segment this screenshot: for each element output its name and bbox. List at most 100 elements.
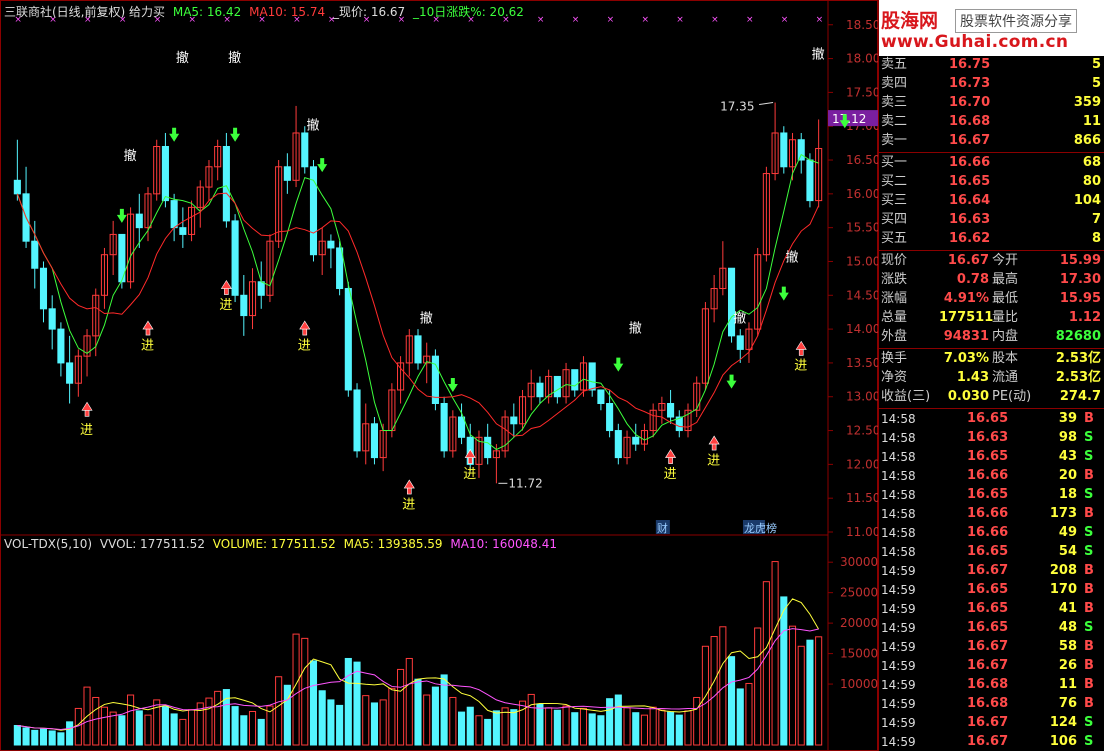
volume-bar xyxy=(22,727,30,746)
logo-url: www.Guhai.com.cn xyxy=(881,32,1069,52)
stat-label: 最低 xyxy=(992,291,1019,306)
panel-separator xyxy=(879,250,1104,251)
volume-bar xyxy=(762,581,770,746)
signal-marker: × xyxy=(537,15,545,25)
buy-quote-row: 买三 16.64 104 xyxy=(879,192,1104,210)
kline-chart-area[interactable]: 18.50 18.00 17.50 17.00 16.50 16.00 15.50 15.00… xyxy=(0,0,878,751)
quote-label: 卖四 xyxy=(881,76,908,91)
candle-body xyxy=(780,132,788,168)
tick-side: S xyxy=(1084,430,1094,445)
volume-tick-label: 20000 xyxy=(840,616,878,630)
candle-body xyxy=(240,294,248,317)
volume-bar xyxy=(623,707,631,746)
stat-row: 总量 177511 量比 1.12 xyxy=(879,309,1104,327)
tick-time: 14:59 xyxy=(881,564,916,578)
stat-label: 最高 xyxy=(992,272,1019,287)
quote-label: 卖一 xyxy=(881,133,908,148)
candle-body xyxy=(31,240,39,269)
tick-side: B xyxy=(1084,582,1094,597)
tick-row: 14:59 16.67 26 B xyxy=(879,657,1104,675)
tick-time: 14:59 xyxy=(881,697,916,711)
sell-arrow-icon xyxy=(447,377,458,392)
tick-volume: 49 xyxy=(1058,525,1077,540)
tick-side: S xyxy=(1084,715,1094,730)
volume-bar xyxy=(806,639,814,746)
stat-label: 今开 xyxy=(992,253,1019,268)
tick-price: 16.65 xyxy=(967,620,1009,635)
volume-bar xyxy=(527,693,535,746)
volume-tick-label: 15000 xyxy=(840,647,878,661)
volume-bar xyxy=(553,709,561,746)
sell-signal-mark: 撤 xyxy=(629,320,642,336)
volume-bar xyxy=(423,694,431,746)
stat-value: 16.67 xyxy=(947,253,989,268)
volume-bar xyxy=(588,713,596,746)
candle-body xyxy=(57,328,65,364)
tick-side: B xyxy=(1084,563,1094,578)
tick-volume: 208 xyxy=(1049,563,1077,578)
signal-marker: × xyxy=(676,15,684,25)
volume-bar xyxy=(736,688,744,746)
volume-bar xyxy=(336,704,344,746)
sell-arrow-icon xyxy=(116,208,127,223)
volume-bar xyxy=(545,707,553,746)
volume-bar xyxy=(501,707,509,746)
volume-bar xyxy=(518,700,527,746)
chart-header: 三联商社(日线,前复权) 给力买 MA5: 16.42 MA10: 15.74 … xyxy=(4,3,524,20)
candle-body xyxy=(414,335,422,364)
price-tick-label: 18.50 xyxy=(846,18,878,32)
price-tick-label: 11.50 xyxy=(846,491,878,505)
signal-marker: × xyxy=(641,15,649,25)
volume-bar xyxy=(710,636,718,746)
candle-body xyxy=(336,247,344,290)
chart-canvas[interactable]: 18.5018.0017.5017.0016.5016.0015.5015.00… xyxy=(0,0,878,751)
volume-bar xyxy=(693,696,701,746)
candle-body xyxy=(48,308,56,330)
tick-volume: 124 xyxy=(1049,715,1077,730)
quote-volume: 8 xyxy=(1091,231,1101,246)
candle-body xyxy=(353,389,361,452)
volume-bar xyxy=(57,732,65,746)
signal-marker: × xyxy=(711,15,719,25)
fundamental-row: 净资 1.43 流通 2.53亿 xyxy=(879,369,1104,387)
candle-body xyxy=(257,281,265,296)
volume-bar xyxy=(231,706,239,746)
volume-bar xyxy=(484,718,492,746)
sell-signal-mark: 撤 xyxy=(228,50,241,66)
volume-bar xyxy=(510,709,518,746)
volume-bar xyxy=(100,706,109,746)
volume-bar xyxy=(449,696,457,746)
volume-tick-label: 30000 xyxy=(840,555,878,569)
volume-bar xyxy=(597,715,605,746)
quote-label: 买三 xyxy=(881,193,908,208)
volume-bar xyxy=(675,714,683,746)
sell-quote-row: 卖五 16.75 5 xyxy=(879,56,1104,74)
stat-label: 量比 xyxy=(992,310,1019,325)
volume-bar xyxy=(431,686,439,746)
candle-body xyxy=(736,335,744,350)
candle-body xyxy=(231,220,239,296)
volume-bar xyxy=(344,657,352,746)
tick-volume: 39 xyxy=(1058,411,1077,426)
volume-bar xyxy=(205,697,213,746)
volume-bar xyxy=(48,730,56,746)
volume-bar xyxy=(632,712,640,746)
price-tick-label: 15.50 xyxy=(846,221,878,235)
sell-quote-row: 卖一 16.67 866 xyxy=(879,132,1104,150)
volume-bar xyxy=(788,625,797,746)
tick-time: 14:58 xyxy=(881,545,916,559)
stat-value: 4.91% xyxy=(943,291,989,306)
sell-quote-row: 卖四 16.73 5 xyxy=(879,75,1104,93)
stat-label: 流通 xyxy=(992,370,1019,385)
tick-time: 14:58 xyxy=(881,488,916,502)
high-price-label: 17.35 xyxy=(720,100,754,114)
tick-row: 14:59 16.67 124 S xyxy=(879,714,1104,732)
tick-time: 14:59 xyxy=(881,640,916,654)
stat-row: 涨跌 0.78 最高 17.30 xyxy=(879,271,1104,289)
candle-body xyxy=(39,267,48,310)
tick-volume: 43 xyxy=(1058,449,1077,464)
stat-row: 现价 16.67 今开 15.99 xyxy=(879,252,1104,270)
buy-arrow-icon xyxy=(299,320,311,336)
tick-time: 14:59 xyxy=(881,659,916,673)
stat-label: 换手 xyxy=(881,351,908,366)
